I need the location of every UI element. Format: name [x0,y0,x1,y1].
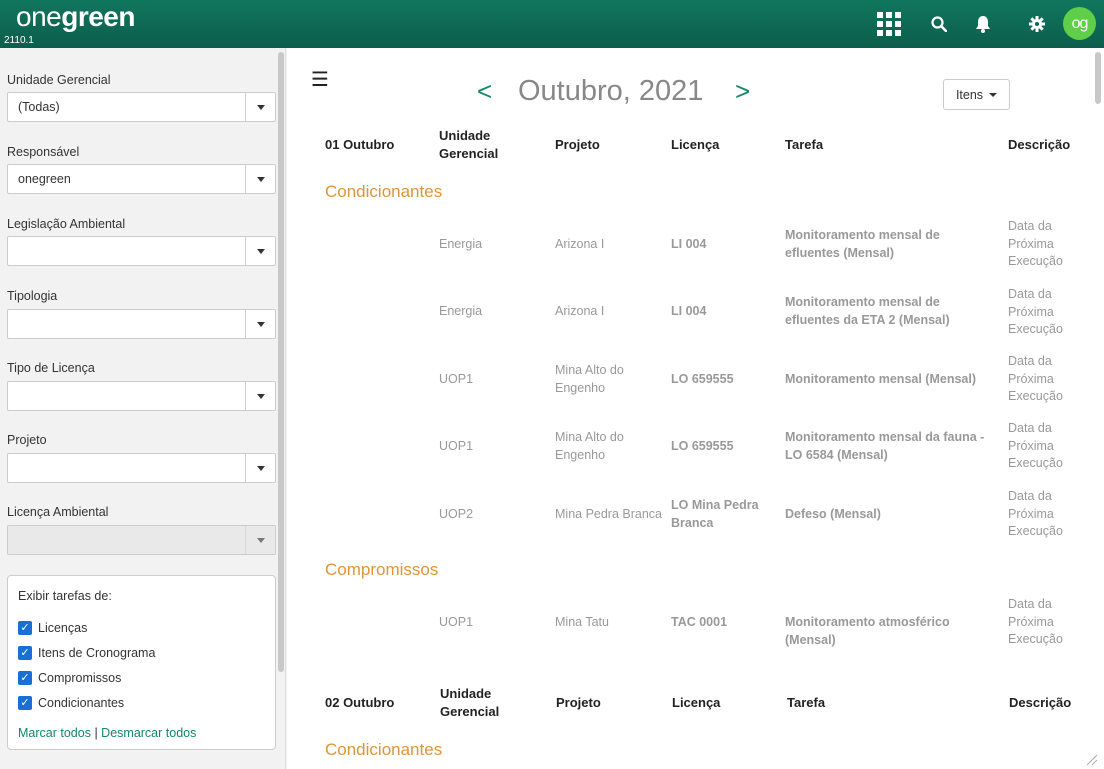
column-header-descricao: Descrição [1009,695,1072,710]
checkbox-licencas[interactable]: ✓ Licenças [18,621,87,635]
gear-icon[interactable] [1026,10,1048,38]
day-header: 02 Outubro [325,695,395,710]
hamburger-menu-icon[interactable]: ☰ [311,70,329,90]
unidade-gerencial-label: Unidade Gerencial [7,73,111,87]
tipo-licenca-select[interactable] [7,381,276,411]
checkbox-checked-icon[interactable]: ✓ [18,696,32,710]
checkbox-compromissos[interactable]: ✓ Compromissos [18,671,121,685]
section-title: Condicionantes [325,182,443,201]
section-title: Compromissos [325,560,439,579]
previous-month-button[interactable]: < [477,76,492,106]
tipologia-select[interactable] [7,309,276,339]
checkbox-checked-icon[interactable]: ✓ [18,646,32,660]
column-header-licenca: Licença [671,137,720,152]
itens-dropdown-button[interactable]: Itens [943,79,1010,110]
select-all-link[interactable]: Marcar todos [18,726,91,740]
column-header-unidade: Unidade Gerencial [440,686,500,719]
chevron-down-icon[interactable] [246,310,275,338]
checkbox-itens-cronograma[interactable]: ✓ Itens de Cronograma [18,646,155,660]
chevron-down-icon[interactable] [246,454,275,482]
avatar[interactable]: og [1063,7,1096,40]
main-scrollbar[interactable] [1095,52,1101,104]
responsavel-select[interactable]: onegreen [7,164,276,194]
checkbox-checked-icon[interactable]: ✓ [18,621,32,635]
chevron-down-icon[interactable] [246,93,275,121]
sidebar-scrollbar[interactable] [278,52,284,672]
chevron-down-icon[interactable] [246,165,275,193]
apps-grid-icon[interactable] [876,10,902,38]
checkbox-condicionantes[interactable]: ✓ Condicionantes [18,696,124,710]
resize-grip-icon[interactable] [1086,754,1098,766]
projeto-select[interactable] [7,453,276,483]
calendar-list-panel: ☰ < Outubro, 2021 > Itens 01 Outubro Uni… [287,48,1104,769]
version-label: 2110.1 [4,35,34,46]
column-header-licenca: Licença [672,695,721,710]
onegreen-logo[interactable]: onegreen [16,0,135,34]
column-header-descricao: Descrição [1008,137,1071,152]
month-title: Outubro, 2021 [518,75,704,107]
section-title: Condicionantes [325,740,443,759]
responsavel-label: Responsável [7,145,80,159]
column-header-projeto: Projeto [556,695,601,710]
column-header-tarefa: Tarefa [785,137,824,152]
tipo-licenca-label: Tipo de Licença [7,361,95,375]
legislacao-ambiental-select[interactable] [7,236,276,266]
deselect-all-link[interactable]: Desmarcar todos [101,726,196,740]
column-header-tarefa: Tarefa [787,695,826,710]
bell-icon[interactable] [972,10,994,38]
task-filter-title: Exibir tarefas de: [18,589,112,603]
chevron-down-icon[interactable] [246,382,275,410]
search-icon[interactable] [928,10,950,38]
tipologia-label: Tipologia [7,289,58,303]
projeto-label: Projeto [7,433,47,447]
licenca-ambiental-label: Licença Ambiental [7,505,109,519]
licenca-ambiental-select [7,525,276,555]
legislacao-ambiental-label: Legislação Ambiental [7,217,126,231]
unidade-gerencial-select[interactable]: (Todas) [7,92,276,122]
checkbox-checked-icon[interactable]: ✓ [18,671,32,685]
chevron-down-icon[interactable] [246,237,275,265]
top-bar: onegreen 2110.1 og [0,0,1104,48]
next-month-button[interactable]: > [735,76,750,106]
day-header: 01 Outubro [325,137,395,152]
chevron-down-icon [246,526,275,554]
column-header-unidade: Unidade Gerencial [439,128,499,161]
column-header-projeto: Projeto [555,137,600,152]
select-links: Marcar todos | Desmarcar todos [18,726,197,740]
task-type-filter: Exibir tarefas de: ✓ Licenças ✓ Itens de C… [7,575,276,750]
caret-down-icon [989,92,998,97]
filter-sidebar: Unidade Gerencial (Todas) Responsável on… [0,48,286,769]
